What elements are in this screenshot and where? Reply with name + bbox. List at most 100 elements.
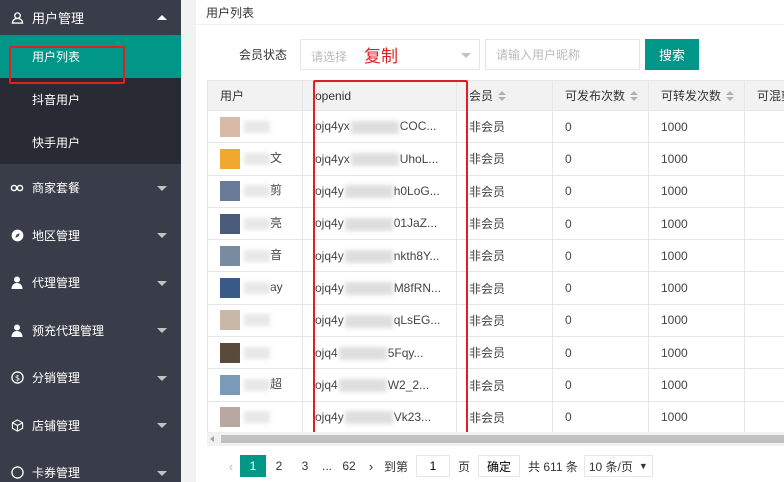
avatar (220, 181, 240, 202)
sidebar-item-distribution[interactable]: $ 分销管理 (0, 354, 181, 402)
sort-icon[interactable] (726, 91, 735, 102)
page-1[interactable]: 1 (240, 455, 266, 477)
table-row[interactable]: ay ojq4y M8fRN... 非会员 0 1000 (207, 271, 784, 305)
table-row[interactable]: 音 ojq4y nkth8Y... 非会员 0 1000 (207, 239, 784, 273)
cell-user: 文 (207, 142, 303, 176)
table-row[interactable]: 剪 ojq4y h0LoG... 非会员 0 1000 (207, 174, 784, 208)
cell-member: 非会员 (456, 142, 553, 176)
table-row[interactable]: 文 ojq4yx UhoL... 非会员 0 1000 (207, 142, 784, 176)
table-row[interactable]: ojq4yx COC... 非会员 0 1000 (207, 109, 784, 144)
page-size-select[interactable]: 10 条/页 ▼ (583, 455, 653, 477)
chevron-down-icon (157, 280, 167, 286)
search-button[interactable]: 搜索 (645, 39, 699, 70)
cell-publish-count: 0 (552, 336, 649, 370)
annotation-copy-note: 复制 (364, 47, 398, 66)
chevron-down-icon (461, 53, 471, 58)
sort-icon[interactable] (630, 91, 639, 102)
sidebar: 用户管理 用户列表 抖音用户 快手用户 商家套餐 地区管理 代理管理 预充代理管… (0, 0, 181, 482)
cell-user (207, 303, 303, 338)
table-row[interactable]: 亮 ojq4y 01JaZ... 非会员 0 1000 (207, 206, 784, 241)
cell-forward-count: 1000 (648, 174, 745, 208)
blurred-region (244, 120, 270, 133)
table-row[interactable]: 超 ojq4 W2_2... 非会员 0 1000 (207, 368, 784, 402)
cell-remix (744, 206, 784, 241)
user-name: 亮 (270, 215, 283, 230)
cell-publish-count: 0 (552, 303, 649, 338)
cell-remix (744, 271, 784, 305)
cell-member: 非会员 (456, 368, 553, 402)
sidebar-item-agent[interactable]: 代理管理 (0, 259, 181, 307)
cell-member: 非会员 (456, 400, 553, 434)
next-page-icon[interactable]: › (362, 459, 380, 474)
goto-page-input[interactable] (416, 455, 451, 477)
annotation-highlight-openid-column (313, 80, 468, 444)
page-last[interactable]: 62 (336, 455, 362, 477)
blurred-region (244, 314, 270, 327)
user-icon (10, 323, 24, 337)
chevron-down-icon (157, 423, 167, 429)
chevron-down-icon (157, 233, 167, 239)
cell-user: 剪 (207, 174, 303, 208)
scrollbar-thumb[interactable] (221, 435, 784, 443)
sidebar-item-douyin-users[interactable]: 抖音用户 (0, 78, 181, 121)
page-3[interactable]: 3 (292, 455, 318, 477)
member-status-label: 会员状态 (239, 48, 288, 62)
cell-member: 非会员 (456, 109, 553, 144)
user-name: 音 (270, 248, 283, 262)
sidebar-item-region[interactable]: 地区管理 (0, 212, 181, 260)
table-row[interactable]: ojq4 5Fqy... 非会员 0 1000 (207, 336, 784, 370)
prev-page-icon[interactable]: ‹ (222, 459, 240, 474)
sidebar-item-label: 分销管理 (32, 371, 81, 386)
cell-publish-count: 0 (552, 142, 649, 176)
cell-remix (744, 239, 784, 273)
sidebar-group-user-management[interactable]: 用户管理 (0, 0, 181, 35)
column-header-forward-count[interactable]: 可转发次数 (648, 80, 745, 111)
cell-remix (744, 142, 784, 176)
page-unit-label: 页 (458, 459, 471, 474)
sidebar-item-label: 快手用户 (32, 136, 81, 150)
avatar (220, 407, 240, 428)
total-count: 共 611 条 (528, 459, 578, 474)
blurred-region (244, 152, 270, 165)
chevron-down-icon: ▼ (638, 461, 648, 471)
cell-user (207, 336, 303, 370)
column-header-remix: 可混剪 (744, 80, 784, 111)
scroll-left-icon[interactable] (210, 436, 214, 442)
cell-remix (744, 109, 784, 144)
page-ellipsis: ... (321, 459, 332, 473)
table-row[interactable]: ojq4y Vk23... 非会员 0 1000 (207, 400, 784, 434)
cell-member: 非会员 (456, 271, 553, 305)
cell-forward-count: 1000 (648, 336, 745, 370)
table-row[interactable]: ojq4y qLsEG... 非会员 0 1000 (207, 303, 784, 338)
page-size-value: 10 条/页 (588, 459, 633, 474)
column-header-member[interactable]: 会员 (456, 80, 553, 111)
avatar (220, 116, 240, 137)
nickname-search-input[interactable] (485, 39, 640, 70)
cell-user (207, 109, 303, 144)
chevron-down-icon (157, 470, 167, 476)
pagination: ‹ 1 2 3 ... 62 › 到第 页 确定 共 611 条 10 条/页 ▼ (222, 455, 653, 477)
sidebar-item-prepaid-agent[interactable]: 预充代理管理 (0, 307, 181, 355)
user-icon (10, 276, 24, 290)
cell-forward-count: 1000 (648, 400, 745, 434)
cell-member: 非会员 (456, 303, 553, 338)
user-name: 超 (270, 377, 283, 392)
sidebar-item-merchant-packages[interactable]: 商家套餐 (0, 164, 181, 212)
horizontal-scrollbar[interactable] (207, 432, 784, 446)
avatar (220, 148, 240, 169)
page-title: 用户列表 (206, 6, 255, 20)
table-body: ojq4yx COC... 非会员 0 1000 文 ojq4yx UhoL... 非会员 0 10… (207, 109, 784, 434)
select-placeholder: 请选择 (311, 50, 348, 64)
column-header-publish-count[interactable]: 可发布次数 (552, 80, 649, 111)
blurred-region (244, 249, 270, 262)
sidebar-item-coupons[interactable]: 卡券管理 (0, 449, 181, 482)
ticket-icon (10, 466, 24, 480)
cell-forward-count: 1000 (648, 368, 745, 402)
sidebar-item-kuaishou-users[interactable]: 快手用户 (0, 121, 181, 164)
goto-confirm-button[interactable]: 确定 (478, 455, 521, 477)
chevron-up-icon (157, 14, 167, 20)
sidebar-item-store[interactable]: 店铺管理 (0, 402, 181, 450)
page-2[interactable]: 2 (266, 455, 292, 477)
cell-forward-count: 1000 (648, 109, 745, 144)
sort-icon[interactable] (498, 91, 507, 102)
